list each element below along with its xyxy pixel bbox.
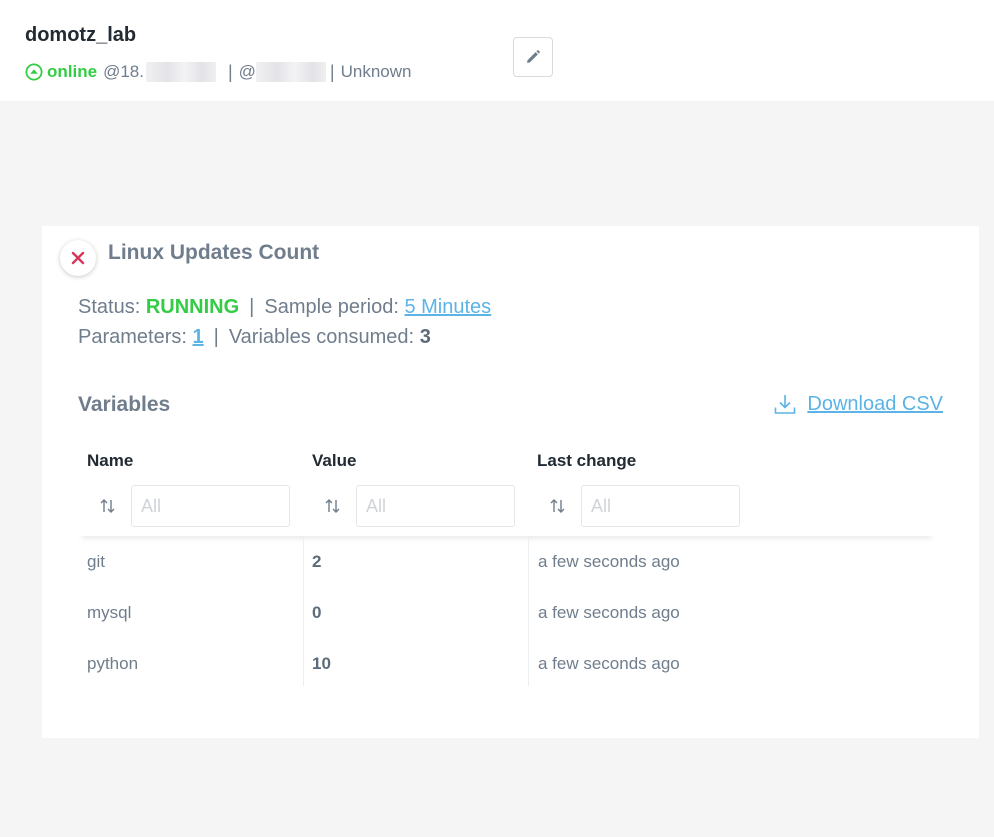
status-label: Status:	[78, 296, 141, 318]
panel-title: Linux Updates Count	[108, 241, 320, 264]
close-icon	[71, 251, 85, 265]
parameters-line: Parameters: 1 | Variables consumed: 3	[78, 326, 431, 349]
variables-consumed-value: 3	[419, 326, 431, 348]
separator: |	[249, 296, 255, 318]
mac-prefix: @	[238, 61, 256, 81]
separator: |	[213, 326, 219, 348]
variable-value: 0	[312, 603, 322, 622]
table-body: git 2 a few seconds ago mysql 0 a few se…	[78, 536, 935, 689]
variable-name: git	[87, 552, 105, 571]
status-line: Status: RUNNING | Sample period: 5 Minutes	[78, 296, 491, 319]
pencil-icon	[527, 50, 540, 63]
edit-device-button[interactable]	[513, 37, 553, 77]
sort-arrows-icon[interactable]	[321, 494, 345, 518]
sample-period-link[interactable]: 5 Minutes	[404, 296, 491, 318]
device-name: domotz_lab	[25, 24, 137, 46]
column-header-last-change[interactable]: Last change	[537, 451, 636, 471]
ip-address: @18.	[103, 62, 216, 83]
sort-arrows-icon[interactable]	[96, 494, 120, 518]
sensor-panel: Linux Updates Count Status: RUNNING | Samp…	[42, 226, 979, 738]
separator: |	[227, 61, 233, 82]
variable-name: python	[87, 654, 139, 673]
variable-last-change: a few seconds ago	[538, 654, 680, 673]
variable-last-change: a few seconds ago	[538, 603, 680, 622]
last-change-filter-cell	[546, 485, 740, 527]
mac-address: @	[239, 62, 326, 83]
variable-name: mysql	[87, 603, 132, 622]
status-text: online	[47, 62, 98, 81]
close-button[interactable]	[60, 240, 96, 276]
sort-arrows-icon[interactable]	[546, 494, 570, 518]
sample-period-label: Sample period:	[264, 296, 399, 318]
download-icon	[775, 395, 796, 414]
variables-table: Name Value Last change All All All git 2…	[78, 438, 935, 689]
status-value: RUNNING	[145, 296, 240, 318]
table-header: Name Value Last change	[78, 438, 935, 536]
mac-redacted	[255, 62, 326, 83]
table-row: mysql 0 a few seconds ago	[78, 587, 935, 638]
parameters-link[interactable]: 1	[193, 326, 204, 348]
online-status-icon	[25, 63, 43, 81]
parameters-label: Parameters:	[78, 326, 187, 348]
last-change-filter-input[interactable]	[581, 485, 740, 527]
table-row: python 10 a few seconds ago	[78, 638, 935, 689]
download-csv-label: Download CSV	[807, 392, 943, 415]
name-filter-cell	[96, 485, 290, 527]
value-filter-cell	[321, 485, 515, 527]
variables-heading: Variables	[78, 393, 171, 416]
name-filter-input[interactable]	[131, 485, 290, 527]
value-filter-input[interactable]	[356, 485, 515, 527]
variables-consumed-label: Variables consumed:	[228, 326, 415, 348]
device-vendor: Unknown	[340, 62, 412, 81]
column-header-name[interactable]: Name	[87, 451, 133, 471]
variable-value: 10	[312, 654, 331, 673]
variable-value: 2	[312, 552, 322, 571]
device-meta: online @18. | @ | Unknown	[25, 59, 411, 85]
ip-prefix: @18.	[103, 61, 144, 81]
column-header-value[interactable]: Value	[312, 451, 356, 471]
variable-last-change: a few seconds ago	[538, 552, 680, 571]
device-header: domotz_lab online @18. | @ | Unknown	[0, 0, 994, 101]
ip-redacted	[145, 62, 216, 83]
table-row: git 2 a few seconds ago	[78, 536, 935, 587]
download-csv-button[interactable]: Download CSV	[773, 392, 943, 416]
separator: |	[329, 61, 335, 82]
